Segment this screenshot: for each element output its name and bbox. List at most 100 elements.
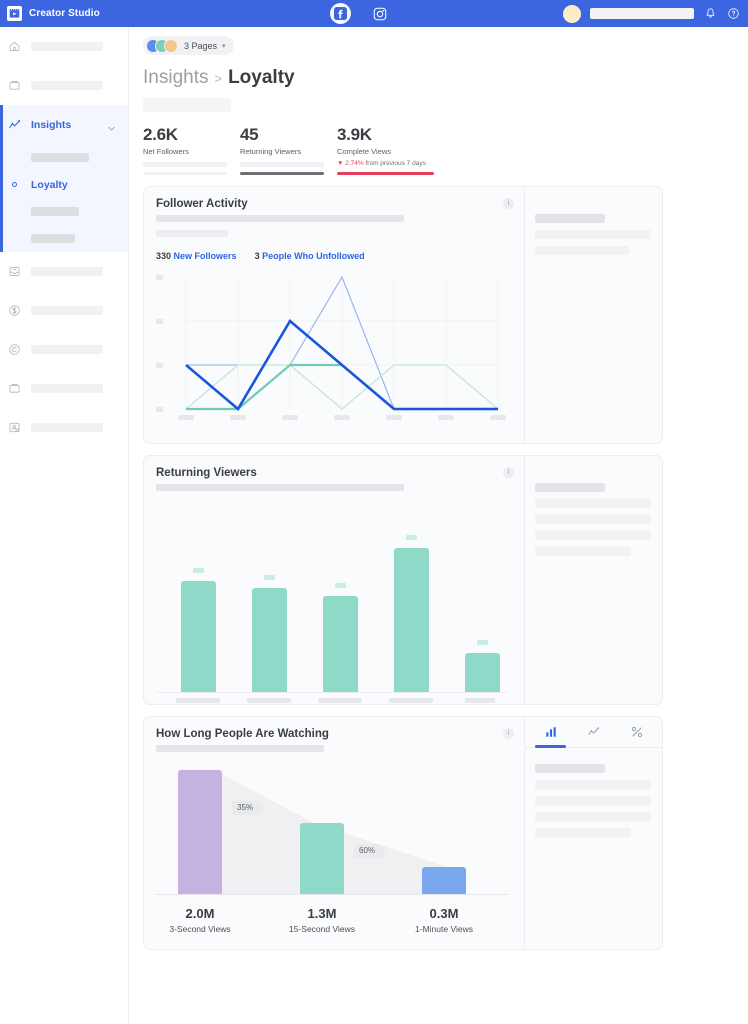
card-body: Follower Activity 330 New Followers 3 Pe… (144, 187, 524, 443)
chart-type-tabs (525, 717, 662, 748)
sidebar-item-posts[interactable] (0, 66, 128, 105)
sidebar-item-monetization-label (31, 306, 103, 315)
sidebar-group-insights: Insights Loyalty (0, 105, 128, 252)
funnel-caption: 15-Second Views (289, 923, 355, 934)
stat-placeholder (240, 161, 324, 167)
platform-switcher (330, 0, 390, 27)
sidebar-item-home[interactable] (0, 27, 128, 66)
side-placeholder-0 (535, 482, 605, 492)
x-tick-6 (490, 414, 506, 420)
bar-0[interactable] (181, 580, 216, 693)
sidebar-item-copyright[interactable] (0, 330, 128, 369)
line-chart-tab[interactable] (572, 717, 615, 747)
chevron-down-icon[interactable] (107, 120, 116, 131)
funnel-bar-1[interactable] (300, 822, 344, 895)
sidebar-item-inbox[interactable] (0, 252, 128, 291)
page-title: Loyalty (228, 66, 295, 88)
returning-viewers-chart (156, 505, 508, 703)
bullet-icon (7, 231, 22, 246)
funnel-bar-2[interactable] (422, 866, 466, 895)
card-follower-activity: Follower Activity 330 New Followers 3 Pe… (143, 185, 663, 444)
side-placeholder-4 (535, 546, 631, 556)
instagram-icon[interactable] (369, 3, 390, 24)
stat-complete-views: 3.9K Complete Views ▼ 2.74% from previou… (337, 125, 477, 175)
sidebar-item-insights[interactable]: Insights (3, 105, 128, 144)
funnel-label-2: 0.3M 1-Minute Views (400, 906, 488, 934)
card-returning-viewers: Returning Viewers i (143, 454, 663, 705)
card-title: Returning Viewers (156, 466, 257, 479)
monetization-icon (7, 303, 22, 318)
side-placeholder-1 (535, 779, 651, 789)
sidebar-subitem-2-label (31, 207, 79, 216)
avatar[interactable] (563, 4, 581, 23)
x-tick-5 (438, 414, 454, 420)
stat-value: 45 (240, 124, 259, 144)
legend-item-unfollowed[interactable]: 3 People Who Unfollowed (255, 251, 365, 261)
bullet-icon (7, 204, 22, 219)
sidebar-item-audience-label (31, 423, 103, 432)
stat-bar (337, 171, 434, 175)
library-icon (7, 381, 22, 396)
info-icon[interactable]: i (503, 197, 514, 209)
bar-xtick-0 (176, 697, 220, 703)
sidebar-item-posts-label (31, 81, 103, 90)
sidebar-subitem-2[interactable] (3, 198, 128, 225)
stat-bar (240, 171, 324, 175)
sidebar-item-loyalty[interactable]: Loyalty (3, 171, 128, 198)
inbox-icon (7, 264, 22, 279)
chart-legend: 330 New Followers 3 People Who Unfollowe… (156, 251, 524, 261)
stat-value: 2.6K (143, 124, 178, 144)
sidebar-subitem-0-label (31, 153, 89, 162)
card-subtitle-placeholder (156, 744, 324, 752)
top-bar-right (563, 0, 740, 27)
funnel-label-0: 2.0M 3-Second Views (156, 906, 244, 934)
bar-chip-2 (335, 582, 346, 588)
card-subtitle-placeholder (156, 214, 404, 222)
card-side-panel (524, 455, 662, 704)
bar-2[interactable] (323, 595, 358, 693)
audience-icon (7, 420, 22, 435)
side-placeholder-0 (535, 213, 605, 223)
main-content: 3 Pages ▾ Insights > Loyalty 2.6K Net Fo… (129, 27, 748, 1024)
sidebar-item-inbox-label (31, 267, 103, 276)
creator-studio-logo-icon (7, 6, 22, 21)
facebook-icon[interactable] (330, 3, 351, 24)
bar-chip-4 (477, 639, 488, 645)
sidebar-item-monetization[interactable] (0, 291, 128, 330)
info-icon[interactable]: i (503, 466, 514, 478)
pages-label: 3 Pages (184, 40, 218, 51)
chevron-down-icon: ▾ (222, 42, 226, 50)
sidebar: Insights Loyalty (0, 27, 129, 1024)
legend-value: 330 (156, 250, 172, 261)
sidebar-item-audience[interactable] (0, 408, 128, 447)
bar-3[interactable] (394, 547, 429, 693)
stat-net-followers: 2.6K Net Followers (143, 125, 240, 175)
circle-dot-icon (7, 177, 22, 192)
stat-label: Returning Viewers (240, 146, 302, 156)
bar-4[interactable] (465, 652, 500, 693)
funnel-caption: 1-Minute Views (415, 923, 473, 934)
help-icon[interactable] (726, 7, 740, 21)
funnel-bar-0[interactable] (178, 769, 222, 895)
sidebar-subitem-0[interactable] (3, 144, 128, 171)
bell-icon[interactable] (703, 7, 717, 21)
stat-placeholder (143, 161, 227, 167)
card-side-panel (524, 186, 662, 443)
stat-bar (143, 171, 227, 175)
breadcrumb-parent[interactable]: Insights (143, 67, 208, 89)
legend-item-new-followers[interactable]: 330 New Followers (156, 251, 237, 261)
sidebar-item-library[interactable] (0, 369, 128, 408)
percent-tab[interactable] (615, 717, 658, 747)
x-tick-4 (386, 414, 402, 420)
side-placeholder-4 (535, 827, 631, 837)
sidebar-subitem-3[interactable] (3, 225, 128, 252)
bar-chart-icon (545, 726, 556, 737)
x-tick-0 (178, 414, 194, 420)
watch-duration-funnel: 35% 60% 2.0M 3-Second Views 1.3M 15-Seco… (156, 769, 508, 938)
brand[interactable]: Creator Studio (0, 6, 100, 21)
bar-1[interactable] (252, 587, 287, 693)
pages-selector[interactable]: 3 Pages ▾ (143, 36, 234, 55)
info-icon[interactable]: i (503, 727, 514, 739)
bar-chart-tab[interactable] (529, 717, 572, 748)
sidebar-item-loyalty-label: Loyalty (31, 178, 68, 191)
